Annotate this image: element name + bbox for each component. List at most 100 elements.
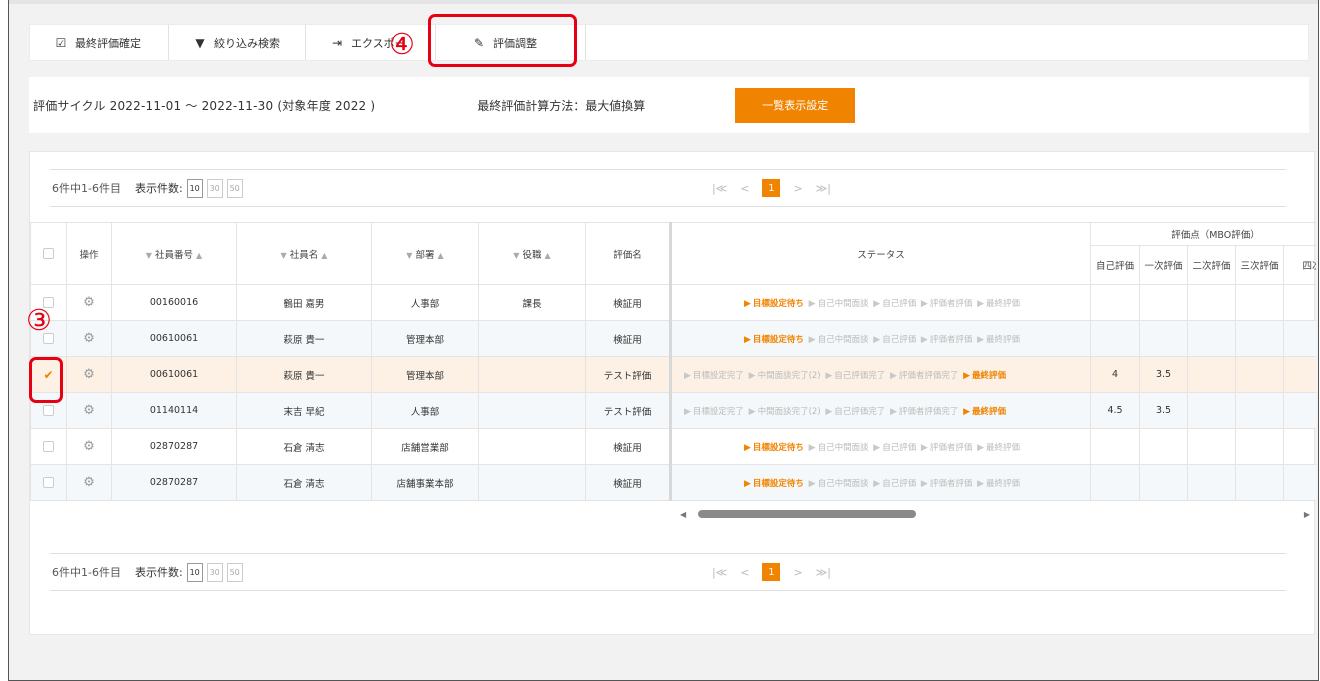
cell-self-eval [1090, 320, 1140, 357]
cell-fourth-eval [1283, 284, 1316, 321]
cell-fourth-eval [1283, 464, 1316, 501]
header-emp-name[interactable]: ▼ 社員名 ▲ [236, 222, 372, 285]
header-emp-no[interactable]: ▼ 社員番号 ▲ [111, 222, 237, 285]
status-step: 目標設定待ち [752, 334, 804, 345]
header-dept[interactable]: ▼ 部署 ▲ [371, 222, 479, 285]
scroll-right-icon[interactable]: ▶ [1304, 510, 1310, 519]
gear-icon[interactable]: ⚙ [83, 295, 95, 310]
cell-dept: 店舗事業本部 [371, 464, 479, 501]
cell-first-eval [1139, 464, 1188, 501]
per-page-30[interactable]: 30 [206, 562, 223, 582]
per-page-10[interactable]: 10 [186, 178, 203, 198]
last-page-button[interactable]: ≫| [816, 566, 831, 579]
gear-icon[interactable]: ⚙ [83, 403, 95, 418]
filter-search-button[interactable]: ▼ 絞り込み検索 [169, 25, 306, 60]
status-step: 最終評価 [972, 370, 1007, 381]
step-arrow-icon: ▶ [825, 406, 833, 417]
status-step: 評価者評価 [929, 478, 973, 489]
status-step: 最終評価 [985, 334, 1020, 345]
step-arrow-icon: ▶ [684, 370, 691, 381]
row-checkbox[interactable] [43, 441, 54, 452]
row-checkbox[interactable] [43, 405, 54, 416]
export-button[interactable]: ⇥ エクスポー [306, 25, 436, 60]
cell-first-eval: 3.5 [1139, 356, 1188, 393]
per-page-10[interactable]: 10 [186, 562, 203, 582]
cell-fourth-eval [1283, 356, 1316, 393]
gear-icon[interactable]: ⚙ [83, 331, 95, 346]
per-page-50[interactable]: 50 [226, 562, 243, 582]
sort-down-icon: ▼ [145, 250, 152, 260]
step-arrow-icon: ▶ [684, 406, 691, 417]
step-arrow-icon: ▶ [748, 406, 756, 417]
finalize-evaluation-button[interactable]: ☑ 最終評価確定 [30, 25, 169, 60]
gear-icon[interactable]: ⚙ [83, 367, 95, 382]
results-panel: 6件中1-6件目 表示件数: 10 30 50 |≪ < 1 > ≫| 操作 ▼… [29, 151, 1316, 635]
cell-emp-name: 萩原 貴一 [236, 356, 372, 393]
header-dept-label: 部署 [415, 249, 435, 261]
cell-eval-name: テスト評価 [585, 392, 672, 429]
checkbox-icon: ☑ [55, 35, 67, 50]
page-1-button[interactable]: 1 [762, 179, 781, 197]
page-1-button[interactable]: 1 [762, 563, 781, 581]
header-fourth-eval: 四次 [1283, 244, 1316, 286]
step-arrow-icon: ▶ [808, 478, 816, 489]
status-step: 自己中間面談 [817, 298, 869, 309]
header-first-eval: 一次評価 [1139, 244, 1188, 286]
select-all-checkbox[interactable] [43, 248, 54, 259]
sort-down-icon: ▼ [280, 250, 287, 260]
row-checkbox[interactable] [43, 477, 54, 488]
step-arrow-icon: ▶ [889, 406, 897, 417]
first-page-button[interactable]: |≪ [712, 182, 727, 195]
sort-up-icon: ▲ [437, 250, 444, 260]
table-row[interactable]: ⚙ 02870287 石倉 清志 店舗事業本部 検証用 ▶ 目標設定待ち ▶ 自己中間面談 ▶… [30, 464, 1316, 501]
cell-emp-name: 石倉 清志 [236, 464, 372, 501]
filter-icon: ▼ [195, 35, 205, 50]
cell-dept: 人事部 [371, 284, 479, 321]
step-arrow-icon: ▶ [744, 478, 751, 489]
step-arrow-icon: ▶ [920, 334, 928, 345]
result-count: 6件中1-6件目 [52, 182, 121, 195]
horizontal-scrollbar[interactable]: ◀ ▶ [680, 507, 1310, 521]
scroll-left-icon[interactable]: ◀ [680, 510, 686, 519]
cell-status: ▶ 目標設定待ち ▶ 自己中間面談 ▶ 自己評価 ▶ 評価者評価 ▶ 最終評価 [670, 284, 1091, 321]
cell-eval-name: 検証用 [585, 320, 672, 357]
status-step: 最終評価 [972, 406, 1007, 417]
gear-icon[interactable]: ⚙ [83, 439, 95, 454]
last-page-button[interactable]: ≫| [816, 182, 831, 195]
header-eval-name: 評価名 [585, 222, 672, 285]
table-row[interactable]: ⚙ 01140114 末吉 早紀 人事部 テスト評価 ▶ 目標設定完了 ▶ 中間面談完了(2)… [30, 392, 1316, 429]
per-page-label: 表示件数: [134, 566, 183, 579]
header-position[interactable]: ▼ 役職 ▲ [478, 222, 586, 285]
step-arrow-icon: ▶ [873, 334, 881, 345]
per-page-30[interactable]: 30 [206, 178, 223, 198]
per-page-label: 表示件数: [134, 182, 183, 195]
table-row[interactable]: ⚙ 00610061 萩原 貴一 管理本部 検証用 ▶ 目標設定待ち ▶ 自己中間面談 ▶ 自己… [30, 320, 1316, 357]
prev-page-button[interactable]: < [740, 182, 749, 195]
next-page-button[interactable]: > [793, 182, 802, 195]
pager-bottom: 6件中1-6件目 表示件数: 10 30 50 |≪ < 1 > ≫| [50, 553, 1286, 591]
toolbar: ☑ 最終評価確定 ▼ 絞り込み検索 ⇥ エクスポー ✎ 評価調整 [29, 24, 1309, 61]
scroll-track[interactable] [692, 510, 1298, 518]
scroll-thumb[interactable] [698, 510, 917, 518]
table-row[interactable]: ✔ ⚙ 00610061 萩原 貴一 管理本部 テスト評価 ▶ 目標設定完了 ▶ 中間面談完了(… [30, 356, 1316, 393]
next-page-button[interactable]: > [793, 566, 802, 579]
step-arrow-icon: ▶ [889, 370, 897, 381]
header-action: 操作 [66, 222, 112, 285]
step-arrow-icon: ▶ [808, 334, 816, 345]
cell-position [478, 428, 586, 465]
prev-page-button[interactable]: < [740, 566, 749, 579]
top-border [9, 0, 1318, 4]
sort-up-icon: ▲ [321, 250, 328, 260]
cell-second-eval [1187, 464, 1236, 501]
cell-emp-no: 00610061 [111, 320, 237, 357]
table-row[interactable]: ⚙ 00160016 鶴田 嘉男 人事部 課長 検証用 ▶ 目標設定待ち ▶ 自己中間面談 ▶ 自… [30, 284, 1316, 321]
per-page-50[interactable]: 50 [226, 178, 243, 198]
status-step: 評価者評価 [929, 442, 973, 453]
cell-eval-name: 検証用 [585, 464, 672, 501]
display-settings-button[interactable]: 一覧表示設定 [735, 87, 856, 123]
calc-method: 最終評価計算方法：最大値換算 [477, 98, 646, 113]
table-row[interactable]: ⚙ 02870287 石倉 清志 店舗営業部 検証用 ▶ 目標設定待ち ▶ 自己中間面談 ▶ 自… [30, 428, 1316, 465]
first-page-button[interactable]: |≪ [712, 566, 727, 579]
gear-icon[interactable]: ⚙ [83, 475, 95, 490]
cell-third-eval [1235, 464, 1284, 501]
